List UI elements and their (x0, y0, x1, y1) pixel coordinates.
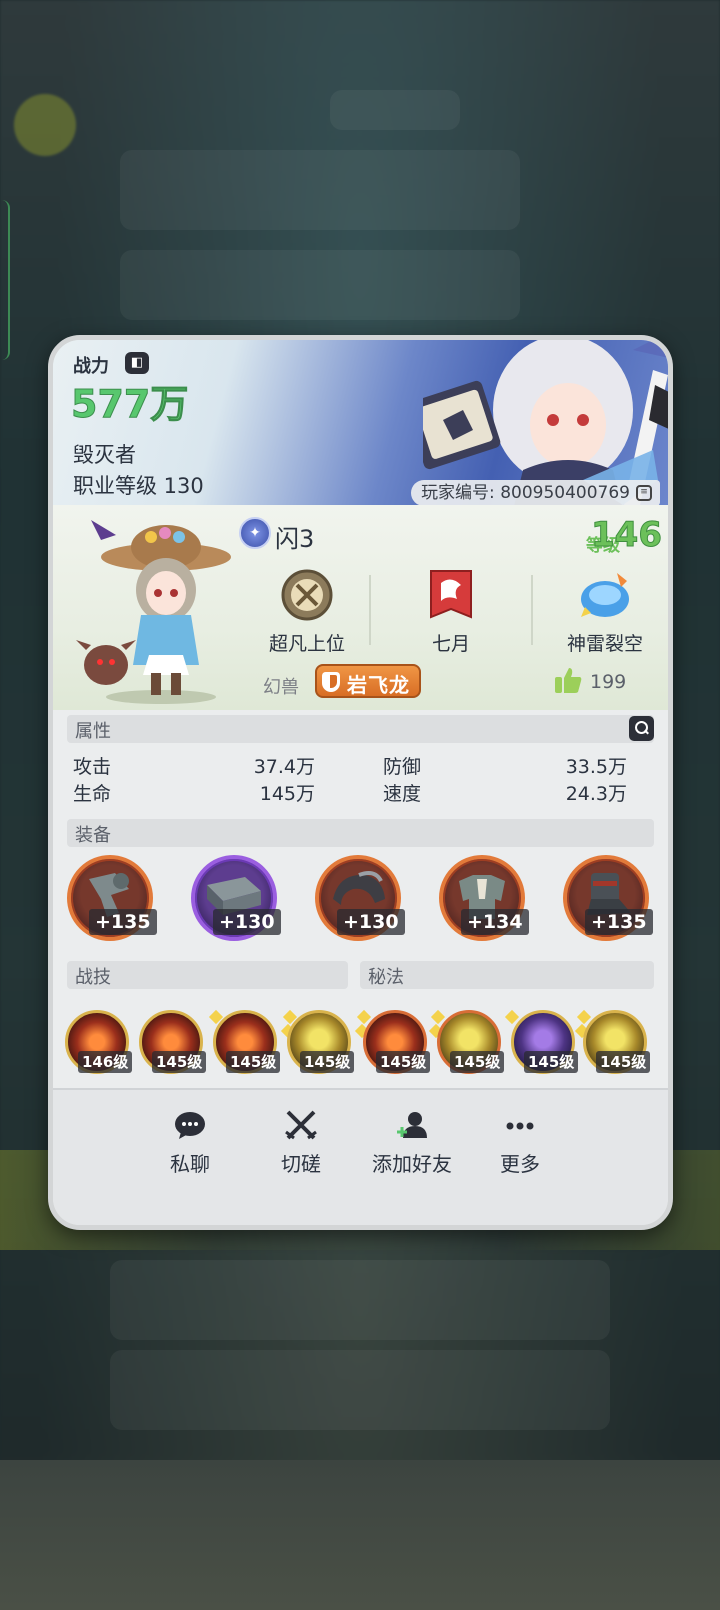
skill-slot[interactable]: 145级 (437, 1010, 505, 1074)
guild-banner-icon (430, 570, 472, 619)
thumbs-up-icon[interactable] (553, 665, 583, 695)
attributes-header: 属性 (67, 715, 654, 743)
profile-info: ✦ 闪3 等级 146 超凡上位 七月 神雷裂空 幻兽 岩飞龙 199 (53, 505, 668, 710)
skill-level: 145级 (450, 1051, 505, 1073)
enhance-level: +130 (337, 909, 405, 935)
equip-slot-helmet[interactable]: +130 (315, 855, 405, 941)
guild-label: 七月 (431, 633, 470, 655)
private-chat-button[interactable]: 私聊 (135, 1110, 245, 1177)
stat-label: 攻击 (73, 756, 112, 778)
player-profile-card: 战力 ◧ 577万 毁灭者 职业等级 130 玩家编号: 80095040076… (48, 335, 673, 1230)
skill-slot[interactable]: 145级 (511, 1010, 579, 1074)
equipment-header: 装备 (67, 819, 654, 847)
stat-label: 速度 (383, 783, 422, 805)
skill-slot[interactable]: 145级 (213, 1010, 281, 1074)
class-badge-icon: ✦ (239, 517, 271, 549)
rank-crest-icon (281, 569, 333, 621)
title-badge[interactable]: 神雷裂空 (545, 567, 665, 656)
skill-slot[interactable]: 146级 (65, 1010, 133, 1074)
enhance-level: +134 (461, 909, 529, 935)
title-label: 神雷裂空 (566, 633, 643, 655)
player-id-text: 玩家编号: 800950400769 (421, 483, 630, 503)
secret-arts-title: 秘法 (368, 967, 404, 988)
job-name: 毁灭者 (73, 443, 136, 467)
rank-badge[interactable]: 超凡上位 (247, 567, 367, 656)
background-side-tab (0, 200, 10, 360)
player-id[interactable]: 玩家编号: 800950400769 ≡ (411, 480, 660, 506)
player-name: 闪3 (275, 525, 315, 553)
profile-banner: 战力 ◧ 577万 毁灭者 职业等级 130 玩家编号: 80095040076… (53, 340, 668, 510)
power-value: 577万 (70, 382, 189, 427)
stat-label: 防御 (383, 756, 422, 778)
divider (531, 575, 533, 645)
title-emblem-icon (581, 573, 629, 617)
background-blur-block (110, 1260, 610, 1340)
private-chat-label: 私聊 (170, 1152, 210, 1176)
add-friend-button[interactable]: 添加好友 (357, 1110, 467, 1177)
attributes-title: 属性 (75, 721, 111, 742)
stat-label: 生命 (73, 783, 112, 805)
skill-slot[interactable]: 145级 (363, 1010, 431, 1074)
copy-icon[interactable]: ≡ (636, 485, 652, 501)
divider (369, 575, 371, 645)
chat-icon (175, 1112, 205, 1139)
skill-level: 145级 (596, 1051, 651, 1073)
stat-value: 33.5万 (565, 756, 627, 778)
power-info-icon[interactable]: ◧ (125, 352, 149, 374)
equipment-title: 装备 (75, 825, 111, 846)
pet-name: 岩飞龙 (347, 673, 410, 697)
add-friend-icon (397, 1112, 427, 1138)
equip-slot-boots[interactable]: +135 (563, 855, 653, 941)
stat-value: 24.3万 (565, 783, 627, 805)
battle-skills-title: 战技 (75, 967, 111, 988)
level-value: 146 (591, 515, 663, 556)
enhance-level: +135 (585, 909, 653, 935)
stat-value: 145万 (259, 783, 315, 805)
skill-slot[interactable]: 145级 (139, 1010, 207, 1074)
shield-icon (322, 672, 340, 692)
background-bottom-bar (0, 1460, 720, 1610)
background-blur-block (330, 90, 460, 130)
enhance-level: +135 (89, 909, 157, 935)
skill-level: 145级 (524, 1051, 579, 1073)
secret-arts-header: 秘法 (360, 961, 654, 989)
skill-slot[interactable]: 145级 (583, 1010, 651, 1074)
guild-badge[interactable]: 七月 (391, 567, 511, 656)
skill-level: 145级 (152, 1051, 207, 1073)
like-count: 199 (590, 671, 627, 693)
duel-button[interactable]: 切磋 (246, 1110, 356, 1177)
equip-slot-weapon[interactable]: +135 (67, 855, 157, 941)
search-icon[interactable] (629, 716, 654, 741)
background-blur-block (120, 150, 520, 230)
stat-value: 37.4万 (253, 756, 315, 778)
skill-slot[interactable]: 145级 (287, 1010, 355, 1074)
more-button[interactable]: 更多 (465, 1110, 575, 1177)
character-avatar-icon (76, 520, 231, 704)
more-icon (506, 1122, 534, 1130)
enhance-level: +130 (213, 909, 281, 935)
action-bar: 私聊 切磋 添加好友 更多 (53, 1088, 668, 1225)
skill-level: 145级 (226, 1051, 281, 1073)
duel-label: 切磋 (281, 1152, 321, 1176)
equip-slot-armor[interactable]: +134 (439, 855, 529, 941)
crossed-swords-icon (285, 1110, 317, 1140)
battle-skills-header: 战技 (67, 961, 348, 989)
rank-label: 超凡上位 (268, 633, 345, 655)
job-level: 职业等级 130 (73, 474, 204, 498)
more-label: 更多 (500, 1152, 540, 1176)
pet-chip[interactable]: 岩飞龙 (315, 664, 421, 698)
background-blur-block (120, 250, 520, 320)
pet-label: 幻兽 (263, 677, 299, 698)
add-friend-label: 添加好友 (372, 1152, 452, 1176)
skill-level: 146级 (78, 1051, 133, 1073)
equip-slot-book[interactable]: +130 (191, 855, 281, 941)
skill-level: 145级 (376, 1051, 431, 1073)
background-blur-block (110, 1350, 610, 1430)
skill-level: 145级 (300, 1051, 355, 1073)
